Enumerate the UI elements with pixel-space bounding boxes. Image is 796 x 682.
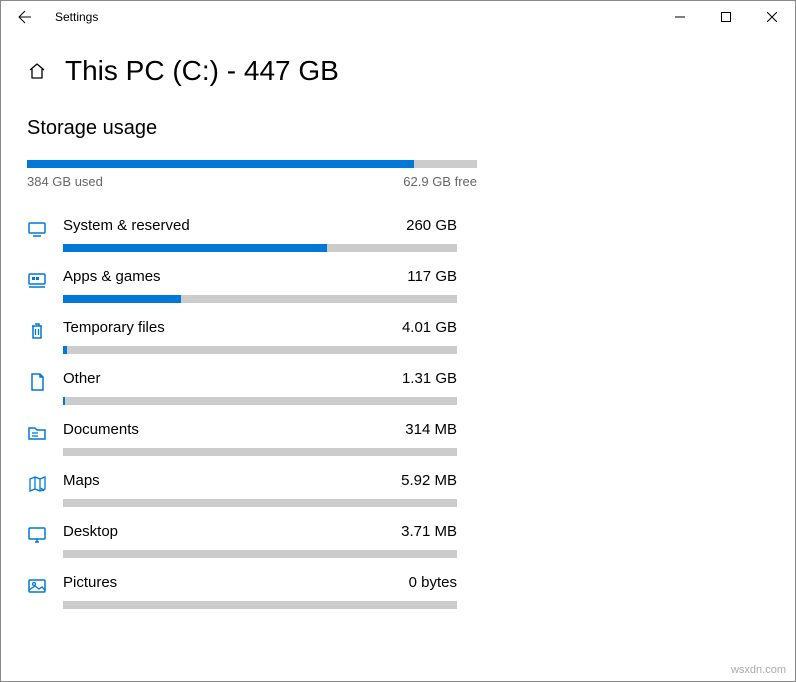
category-temp[interactable]: Temporary files 4.01 GB <box>27 311 457 362</box>
category-other[interactable]: Other 1.31 GB <box>27 362 457 413</box>
titlebar: Settings <box>1 1 795 33</box>
category-size: 3.71 MB <box>401 523 457 540</box>
category-size: 117 GB <box>407 268 457 285</box>
page-title: This PC (C:) - 447 GB <box>65 55 339 87</box>
desktop-icon <box>27 523 63 545</box>
arrow-left-icon <box>17 9 33 25</box>
category-size: 5.92 MB <box>401 472 457 489</box>
system-icon <box>27 217 63 239</box>
overall-usage-bar <box>27 160 477 168</box>
section-title: Storage usage <box>27 117 769 140</box>
category-size: 314 MB <box>405 421 457 438</box>
category-label: Maps <box>63 472 100 489</box>
category-label: Temporary files <box>63 319 165 336</box>
category-size: 0 bytes <box>409 574 457 591</box>
category-bar <box>63 601 457 609</box>
category-label: Pictures <box>63 574 117 591</box>
home-button[interactable] <box>27 61 47 81</box>
pictures-icon <box>27 574 63 596</box>
maximize-icon <box>721 12 731 22</box>
minimize-button[interactable] <box>657 1 703 33</box>
category-size: 1.31 GB <box>402 370 457 387</box>
category-fill <box>63 397 65 405</box>
category-list: System & reserved 260 GB Apps & games 117 G… <box>27 209 457 617</box>
home-icon <box>27 61 47 81</box>
app-title: Settings <box>49 10 98 24</box>
category-size: 4.01 GB <box>402 319 457 336</box>
apps-icon <box>27 268 63 290</box>
category-label: Apps & games <box>63 268 161 285</box>
temp-icon <box>27 319 63 341</box>
category-bar <box>63 397 457 405</box>
category-bar <box>63 448 457 456</box>
category-bar <box>63 346 457 354</box>
maximize-button[interactable] <box>703 1 749 33</box>
category-bar <box>63 244 457 252</box>
category-label: Desktop <box>63 523 118 540</box>
category-maps[interactable]: Maps 5.92 MB <box>27 464 457 515</box>
category-apps[interactable]: Apps & games 117 GB <box>27 260 457 311</box>
page-header: This PC (C:) - 447 GB <box>27 55 769 87</box>
minimize-icon <box>675 12 685 22</box>
close-button[interactable] <box>749 1 795 33</box>
category-bar <box>63 499 457 507</box>
close-icon <box>767 12 777 22</box>
category-label: System & reserved <box>63 217 190 234</box>
category-bar <box>63 295 457 303</box>
overall-usage-fill <box>27 160 414 168</box>
maps-icon <box>27 472 63 494</box>
category-fill <box>63 346 67 354</box>
used-label: 384 GB used <box>27 174 103 189</box>
category-size: 260 GB <box>406 217 457 234</box>
back-button[interactable] <box>1 1 49 33</box>
category-bar <box>63 550 457 558</box>
window-controls <box>657 1 795 33</box>
category-desktop[interactable]: Desktop 3.71 MB <box>27 515 457 566</box>
overall-labels: 384 GB used 62.9 GB free <box>27 174 477 189</box>
category-documents[interactable]: Documents 314 MB <box>27 413 457 464</box>
category-fill <box>63 295 181 303</box>
free-label: 62.9 GB free <box>403 174 477 189</box>
documents-icon <box>27 421 63 443</box>
category-label: Other <box>63 370 101 387</box>
other-icon <box>27 370 63 392</box>
category-fill <box>63 244 327 252</box>
category-system[interactable]: System & reserved 260 GB <box>27 209 457 260</box>
category-label: Documents <box>63 421 139 438</box>
category-pictures[interactable]: Pictures 0 bytes <box>27 566 457 617</box>
watermark: wsxdn.com <box>731 664 786 676</box>
